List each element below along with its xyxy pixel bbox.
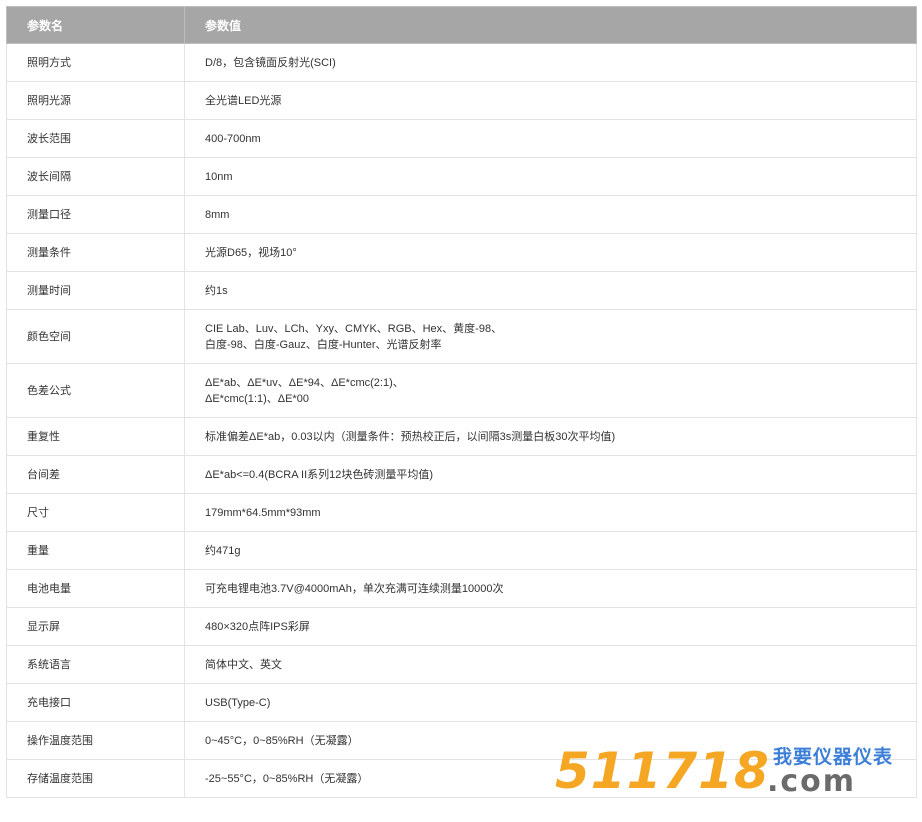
param-value-cell: 8mm [184, 195, 917, 234]
param-name-cell: 照明光源 [6, 81, 185, 120]
table-row: 色差公式 ΔE*ab、ΔE*uv、ΔE*94、ΔE*cmc(2:1)、 ΔE*cmc… [6, 363, 917, 418]
param-value-line: D/8，包含镜面反射光(SCI) [205, 56, 336, 69]
param-value-cell: 约471g [184, 531, 917, 570]
table-row: 测量时间 约1s [6, 271, 917, 310]
param-value-line: 400-700nm [205, 132, 261, 145]
param-value-line: 简体中文、英文 [205, 658, 282, 671]
param-name-cell: 测量时间 [6, 271, 185, 310]
param-value-cell: 全光谱LED光源 [184, 81, 917, 120]
watermark-domain: .com [767, 764, 857, 799]
param-name-cell: 系统语言 [6, 645, 185, 684]
param-name-cell: 充电接口 [6, 683, 185, 722]
param-value-line: ΔE*ab<=0.4(BCRA II系列12块色砖测量平均值) [205, 468, 434, 481]
param-value-line: 10nm [205, 170, 233, 183]
watermark-number: 511718 [555, 742, 770, 800]
param-name-cell: 颜色空间 [6, 309, 185, 364]
param-name-cell: 波长范围 [6, 119, 185, 158]
param-value-line: 可充电锂电池3.7V@4000mAh，单次充满可连续测量10000次 [205, 582, 504, 595]
param-value-line: 全光谱LED光源 [205, 94, 282, 107]
table-row: 波长范围 400-700nm [6, 119, 917, 158]
param-value-cell: 光源D65，视场10° [184, 233, 917, 272]
table-row: 系统语言 简体中文、英文 [6, 645, 917, 684]
table-row: 电池电量 可充电锂电池3.7V@4000mAh，单次充满可连续测量10000次 [6, 569, 917, 608]
table-row: 照明光源 全光谱LED光源 [6, 81, 917, 120]
table-row: 重量 约471g [6, 531, 917, 570]
param-value-cell: 400-700nm [184, 119, 917, 158]
header-param-name: 参数名 [6, 6, 185, 44]
param-value-line: 约471g [205, 544, 241, 557]
spec-table-container: 参数名 参数值 照明方式 D/8，包含镜面反射光(SCI) 照明光源 全光谱LED光源… [6, 6, 917, 798]
param-name-cell: 色差公式 [6, 363, 185, 418]
table-row: 重复性 标准偏差ΔE*ab，0.03以内（测量条件：预热校正后，以间隔3s测量白板… [6, 417, 917, 456]
param-value-cell: 标准偏差ΔE*ab，0.03以内（测量条件：预热校正后，以间隔3s测量白板30次… [184, 417, 917, 456]
param-name-cell: 重量 [6, 531, 185, 570]
param-value-line: 约1s [205, 284, 228, 297]
site-watermark: 511718 我要仪器仪表 .com [555, 740, 900, 802]
param-value-line: 光源D65，视场10° [205, 246, 297, 259]
param-value-cell: ΔE*ab<=0.4(BCRA II系列12块色砖测量平均值) [184, 455, 917, 494]
table-body: 照明方式 D/8，包含镜面反射光(SCI) 照明光源 全光谱LED光源波长范围 400-… [6, 43, 917, 798]
table-row: 测量口径 8mm [6, 195, 917, 234]
param-value-line: 标准偏差ΔE*ab，0.03以内（测量条件：预热校正后，以间隔3s测量白板30次… [205, 430, 616, 443]
table-row: 测量条件 光源D65，视场10° [6, 233, 917, 272]
param-name-cell: 尺寸 [6, 493, 185, 532]
param-name-cell: 操作温度范围 [6, 721, 185, 760]
param-value-cell: 179mm*64.5mm*93mm [184, 493, 917, 532]
param-name-cell: 照明方式 [6, 43, 185, 82]
param-value-cell: D/8，包含镜面反射光(SCI) [184, 43, 917, 82]
param-value-line: 480×320点阵IPS彩屏 [205, 620, 310, 633]
table-row: 显示屏 480×320点阵IPS彩屏 [6, 607, 917, 646]
param-value-cell: 约1s [184, 271, 917, 310]
param-value-cell: ΔE*ab、ΔE*uv、ΔE*94、ΔE*cmc(2:1)、 ΔE*cmc(1:1… [184, 363, 917, 418]
param-value-cell: CIE Lab、Luv、LCh、Yxy、CMYK、RGB、Hex、黄度-98、白… [184, 309, 917, 364]
param-value-line: 179mm*64.5mm*93mm [205, 506, 321, 519]
spec-table: 参数名 参数值 照明方式 D/8，包含镜面反射光(SCI) 照明光源 全光谱LED光源… [6, 6, 917, 798]
table-header-row: 参数名 参数值 [6, 6, 917, 44]
param-value-line: ΔE*ab、ΔE*uv、ΔE*94、ΔE*cmc(2:1)、 [205, 376, 404, 389]
param-value-line: ΔE*cmc(1:1)、ΔE*00 [205, 392, 309, 405]
param-value-line: 8mm [205, 208, 230, 221]
param-value-cell: 480×320点阵IPS彩屏 [184, 607, 917, 646]
header-param-value: 参数值 [184, 6, 917, 44]
param-value-cell: USB(Type-C) [184, 683, 917, 722]
table-row: 波长间隔 10nm [6, 157, 917, 196]
param-name-cell: 显示屏 [6, 607, 185, 646]
table-row: 台间差 ΔE*ab<=0.4(BCRA II系列12块色砖测量平均值) [6, 455, 917, 494]
param-name-cell: 测量条件 [6, 233, 185, 272]
table-row: 充电接口 USB(Type-C) [6, 683, 917, 722]
table-row: 颜色空间 CIE Lab、Luv、LCh、Yxy、CMYK、RGB、Hex、黄度-… [6, 309, 917, 364]
param-value-cell: 简体中文、英文 [184, 645, 917, 684]
param-name-cell: 波长间隔 [6, 157, 185, 196]
param-name-cell: 电池电量 [6, 569, 185, 608]
param-value-cell: 10nm [184, 157, 917, 196]
param-value-line: USB(Type-C) [205, 696, 271, 709]
param-value-line: 白度-98、白度-Gauz、白度-Hunter、光谱反射率 [205, 338, 442, 351]
param-name-cell: 重复性 [6, 417, 185, 456]
param-name-cell: 存储温度范围 [6, 759, 185, 798]
param-value-cell: 可充电锂电池3.7V@4000mAh，单次充满可连续测量10000次 [184, 569, 917, 608]
param-name-cell: 测量口径 [6, 195, 185, 234]
table-row: 照明方式 D/8，包含镜面反射光(SCI) [6, 43, 917, 82]
param-value-line: CIE Lab、Luv、LCh、Yxy、CMYK、RGB、Hex、黄度-98、 [205, 322, 503, 335]
table-row: 尺寸 179mm*64.5mm*93mm [6, 493, 917, 532]
param-name-cell: 台间差 [6, 455, 185, 494]
